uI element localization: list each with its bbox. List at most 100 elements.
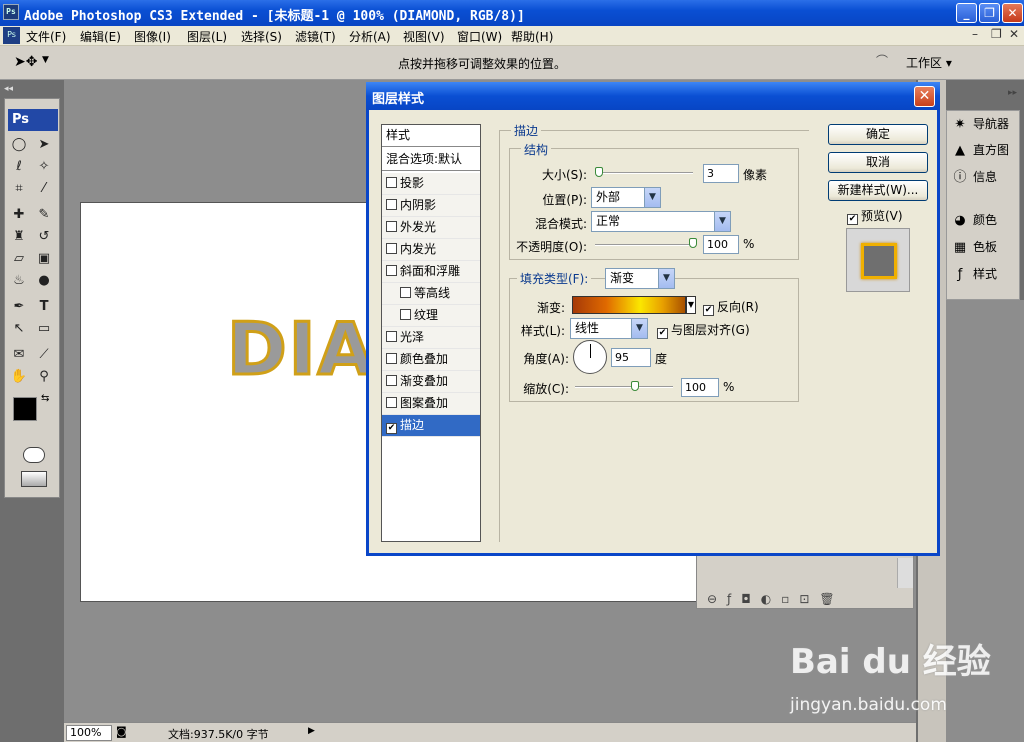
panel-swatches[interactable]: ▦ 色板 [951, 238, 1019, 260]
type-tool-icon[interactable]: T [33, 297, 55, 317]
style-item[interactable]: 图案叠加 [382, 393, 480, 415]
style-item-checkbox[interactable] [400, 309, 411, 320]
opacity-slider[interactable] [595, 244, 695, 246]
move-tool-icon[interactable]: ➤ [33, 135, 55, 155]
gradient-dropdown-icon[interactable]: ▼ [686, 296, 696, 314]
ok-button[interactable]: 确定 [828, 124, 928, 145]
zoom-tool-icon[interactable]: ⚲ [33, 367, 55, 387]
style-item[interactable]: 斜面和浮雕 [382, 261, 480, 283]
style-item[interactable]: ✔ 描边 [382, 415, 480, 437]
dodge-tool-icon[interactable]: ● [33, 271, 55, 291]
style-select[interactable]: 线性 ▼ [570, 318, 648, 339]
new-style-button[interactable]: 新建样式(W)... [828, 180, 928, 201]
style-item[interactable]: 光泽 [382, 327, 480, 349]
doc-restore-icon[interactable]: ❐ [991, 27, 1002, 41]
shape-tool-icon[interactable]: ▭ [33, 319, 55, 339]
style-list-header[interactable]: 样式 [382, 125, 480, 147]
blend-mode-select[interactable]: 正常 ▼ [591, 211, 731, 232]
collapse-left-icon[interactable]: ◂◂ [4, 84, 13, 94]
layers-footer-icons[interactable]: ⊖ƒ◘◐▫⊡🗑 [707, 592, 845, 606]
pen-tool-icon[interactable]: ✒ [8, 297, 30, 317]
style-item-checkbox[interactable] [386, 265, 397, 276]
zoom-field[interactable]: 100% [66, 725, 112, 741]
tool-preset-dropdown-icon[interactable]: ▼ [42, 55, 49, 65]
size-slider-thumb[interactable] [595, 167, 603, 177]
scale-slider-thumb[interactable] [631, 381, 639, 391]
menu-layer[interactable]: 图层(L) [187, 28, 227, 45]
style-item[interactable]: 颜色叠加 [382, 349, 480, 371]
hand-tool-icon[interactable]: ✋ [8, 367, 30, 387]
menu-filter[interactable]: 滤镜(T) [295, 28, 336, 45]
menu-edit[interactable]: 编辑(E) [80, 28, 121, 45]
style-item[interactable]: 等高线 [382, 283, 480, 305]
quick-mask-icon[interactable] [23, 447, 45, 463]
brush-tool-icon[interactable]: ✎ [33, 205, 55, 225]
style-item[interactable]: 纹理 [382, 305, 480, 327]
style-item-checkbox[interactable] [386, 221, 397, 232]
panel-styles[interactable]: ƒ 样式 [951, 265, 1019, 287]
style-item-checkbox[interactable] [386, 375, 397, 386]
menu-help[interactable]: 帮助(H) [511, 28, 553, 45]
angle-dial[interactable] [573, 340, 607, 374]
status-menu-icon[interactable]: ◙ [116, 725, 127, 738]
blur-tool-icon[interactable]: ♨ [8, 271, 30, 291]
crop-tool-icon[interactable]: ⌗ [8, 179, 30, 199]
menu-file[interactable]: 文件(F) [26, 28, 66, 45]
clone-stamp-icon[interactable]: ♜ [8, 227, 30, 247]
layers-scrollbar[interactable] [897, 558, 913, 588]
style-item-checkbox[interactable] [386, 397, 397, 408]
marquee-tool-icon[interactable]: ◯ [8, 135, 30, 155]
style-item-checkbox[interactable] [386, 243, 397, 254]
workspace-menu[interactable]: 工作区 ▾ [906, 54, 952, 71]
status-arrow-icon[interactable]: ▶ [308, 726, 315, 736]
minimize-icon[interactable]: _ [956, 3, 977, 23]
history-brush-icon[interactable]: ↺ [33, 227, 55, 247]
path-select-icon[interactable]: ↖ [8, 319, 30, 339]
fill-type-select[interactable]: 渐变 ▼ [605, 268, 675, 289]
style-item-checkbox[interactable] [386, 177, 397, 188]
opacity-input[interactable]: 100 [703, 235, 739, 254]
cancel-button[interactable]: 取消 [828, 152, 928, 173]
panel-color[interactable]: ◕ 颜色 [951, 211, 1019, 233]
menu-image[interactable]: 图像(I) [134, 28, 171, 45]
swap-colors-icon[interactable]: ⇆ [41, 393, 49, 404]
align-with-layer-checkbox[interactable]: ✔ 与图层对齐(G) [657, 321, 750, 339]
gradient-tool-icon[interactable]: ▣ [33, 249, 55, 269]
reverse-checkbox[interactable]: ✔ 反向(R) [703, 298, 759, 316]
foreground-color-swatch[interactable] [13, 397, 37, 421]
style-item[interactable]: 外发光 [382, 217, 480, 239]
eyedropper-icon[interactable]: ⟋ [33, 345, 55, 365]
opacity-slider-thumb[interactable] [689, 238, 697, 248]
style-item[interactable]: 内发光 [382, 239, 480, 261]
doc-close-icon[interactable]: ✕ [1009, 27, 1019, 41]
screen-mode-icon[interactable] [21, 471, 47, 487]
style-item-checkbox[interactable] [386, 199, 397, 210]
gradient-picker[interactable] [572, 296, 686, 314]
style-item-checkbox[interactable]: ✔ [386, 423, 397, 434]
position-select[interactable]: 外部 ▼ [591, 187, 661, 208]
size-slider[interactable] [595, 172, 693, 174]
menu-analysis[interactable]: 分析(A) [349, 28, 391, 45]
dialog-close-icon[interactable]: ✕ [914, 86, 935, 107]
healing-brush-icon[interactable]: ✚ [8, 205, 30, 225]
menu-select[interactable]: 选择(S) [241, 28, 282, 45]
style-item-checkbox[interactable] [386, 331, 397, 342]
restore-icon[interactable]: ❐ [979, 3, 1000, 23]
notes-tool-icon[interactable]: ✉ [8, 345, 30, 365]
eraser-tool-icon[interactable]: ▱ [8, 249, 30, 269]
menu-window[interactable]: 窗口(W) [457, 28, 502, 45]
doc-minimize-icon[interactable]: – [972, 27, 978, 41]
menu-view[interactable]: 视图(V) [403, 28, 445, 45]
style-item-checkbox[interactable] [400, 287, 411, 298]
scale-input[interactable]: 100 [681, 378, 719, 397]
panel-histogram[interactable]: ▲ 直方图 [951, 141, 1019, 163]
style-item[interactable]: 投影 [382, 173, 480, 195]
magic-wand-icon[interactable]: ✧ [33, 157, 55, 177]
style-item[interactable]: 渐变叠加 [382, 371, 480, 393]
lasso-tool-icon[interactable]: ℓ [8, 157, 30, 177]
angle-input[interactable]: 95 [611, 348, 651, 367]
close-icon[interactable]: ✕ [1002, 3, 1023, 23]
style-blend-options[interactable]: 混合选项:默认 [382, 149, 480, 171]
size-input[interactable]: 3 [703, 164, 739, 183]
collapse-right-icon[interactable]: ▸▸ [1008, 88, 1017, 98]
